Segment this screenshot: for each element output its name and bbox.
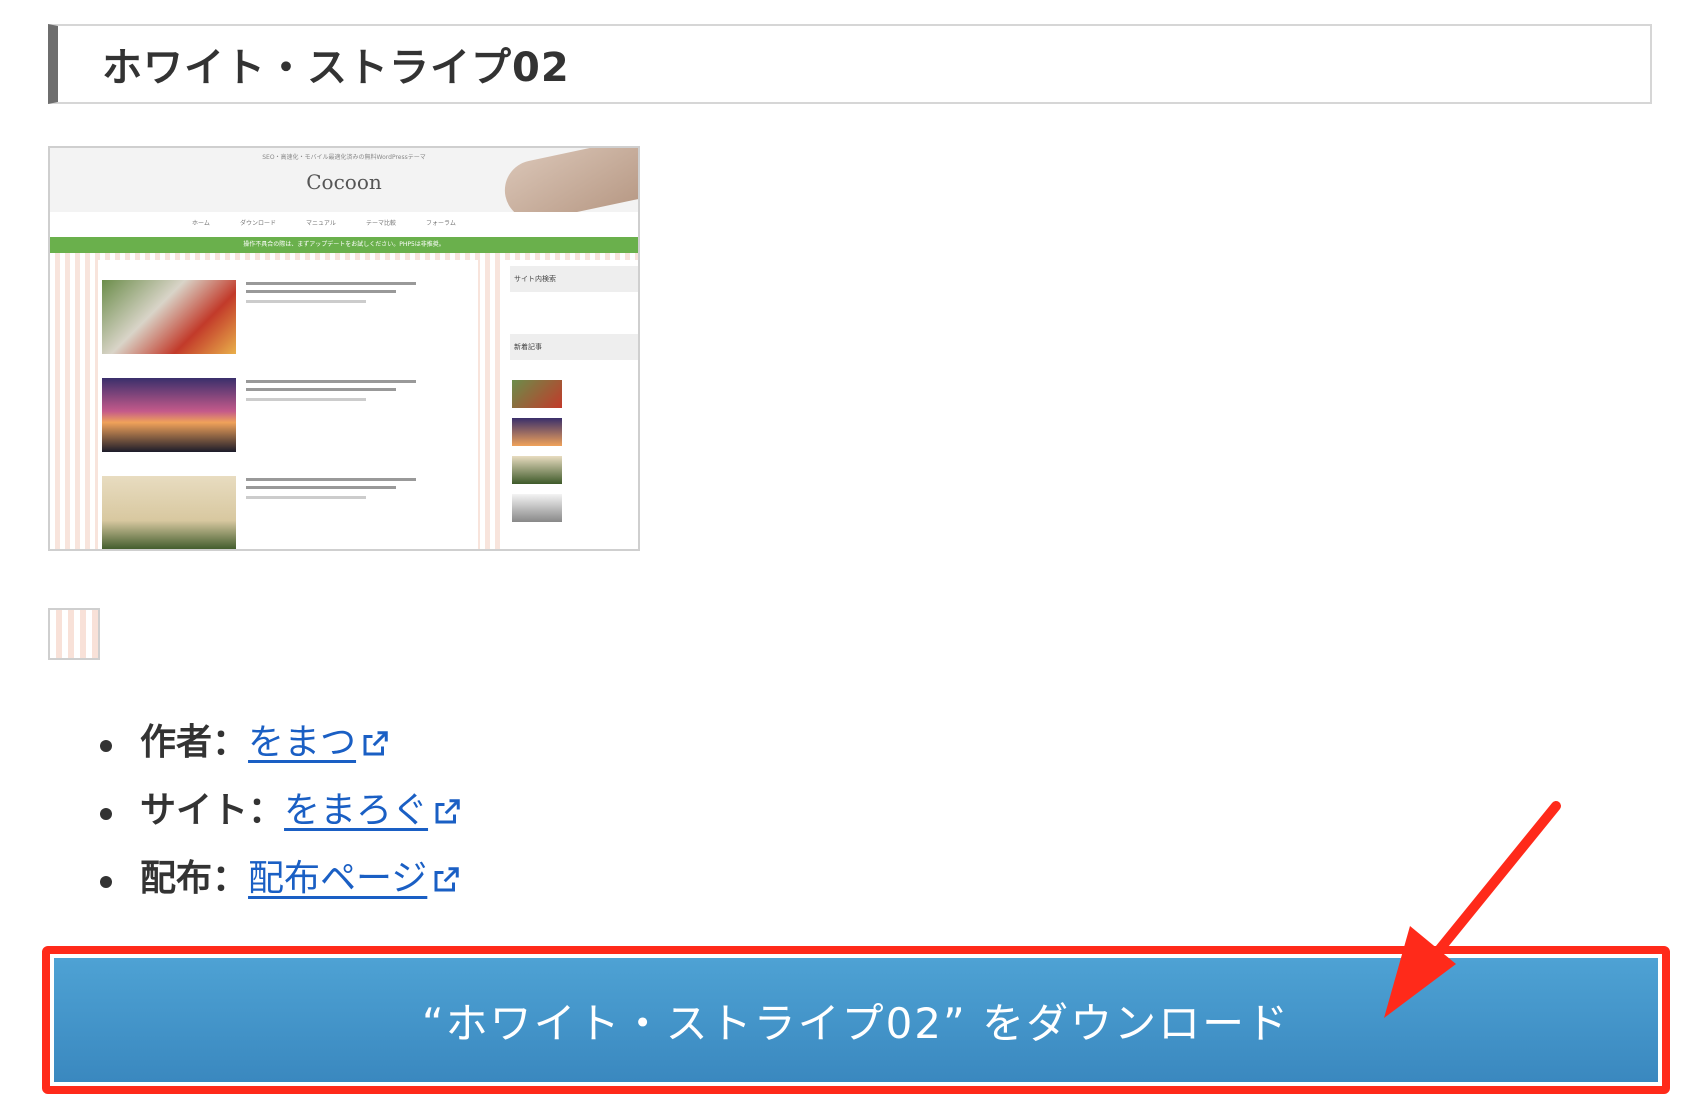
preview-article-title-line <box>246 290 396 293</box>
preview-article-title-line <box>246 388 396 391</box>
preview-article-excerpt-line <box>246 496 366 499</box>
preview-article-title-line <box>246 486 396 489</box>
skin-preview-image: SEO・高速化・モバイル最適化済みの無料WordPressテーマ Cocoon … <box>48 146 640 551</box>
author-link-text: をまつ <box>248 722 357 763</box>
preview-notice-bar: 操作不具合の際は、まずアップデートをお試しください。PHP5は非推奨。 <box>50 237 638 253</box>
preview-article-title-line <box>246 380 416 383</box>
list-item: サイト：をまろぐ <box>96 786 462 854</box>
preview-article-thumbnail <box>102 378 236 452</box>
external-link-icon <box>435 799 460 824</box>
preview-nav: ホーム ダウンロード マニュアル テーマ比較 フォーラム <box>50 212 638 236</box>
preview-article-thumbnail <box>102 476 236 549</box>
site-label: サイト <box>140 790 249 831</box>
label-separator: ： <box>212 722 249 763</box>
preview-sidebar-search-title: サイト内検索 <box>510 266 638 292</box>
preview-sidebar-thumbnail <box>512 380 562 408</box>
download-button[interactable]: “ホワイト・ストライプ02” をダウンロード <box>54 958 1658 1082</box>
list-item: 作者：をまつ <box>96 718 462 786</box>
label-separator: ： <box>248 790 285 831</box>
preview-article-thumbnail <box>102 280 236 354</box>
distribution-label: 配布 <box>140 858 213 899</box>
site-link-text: をまろぐ <box>284 790 429 831</box>
preview-article-title-line <box>246 282 416 285</box>
preview-nav-item: テーマ比較 <box>366 220 397 227</box>
preview-nav-item: マニュアル <box>306 220 336 227</box>
author-label: 作者 <box>140 722 213 763</box>
preview-sidebar-thumbnail <box>512 418 562 446</box>
preview-nav-item: ダウンロード <box>240 220 277 227</box>
preview-sidebar-thumbnail <box>512 456 562 484</box>
stripe-swatch <box>48 608 100 660</box>
preview-article-title-line <box>246 478 416 481</box>
preview-sidebar-recent-title: 新着記事 <box>510 334 638 360</box>
label-separator: ： <box>212 858 249 899</box>
external-link-icon <box>434 867 460 892</box>
distribution-link-text: 配布ページ <box>248 858 428 899</box>
preview-header: SEO・高速化・モバイル最適化済みの無料WordPressテーマ Cocoon <box>50 148 638 226</box>
download-highlight-frame: “ホワイト・ストライプ02” をダウンロード <box>42 946 1670 1094</box>
external-link-icon <box>363 731 388 756</box>
skin-info-list: 作者：をまつ サイト：をまろぐ 配布：配布ページ <box>96 718 462 922</box>
skin-heading: ホワイト・ストライプ02 <box>48 24 1652 104</box>
distribution-link[interactable]: 配布ページ <box>248 858 461 899</box>
preview-article-excerpt-line <box>246 300 366 303</box>
preview-nav-item: フォーラム <box>426 220 456 227</box>
author-link[interactable]: をまつ <box>248 722 390 763</box>
site-link[interactable]: をまろぐ <box>284 790 462 831</box>
skin-title: ホワイト・ストライプ02 <box>102 45 570 91</box>
list-item: 配布：配布ページ <box>96 854 462 922</box>
preview-article-excerpt-line <box>246 398 366 401</box>
preview-sidebar-thumbnail <box>512 494 562 522</box>
preview-nav-item: ホーム <box>192 220 210 227</box>
